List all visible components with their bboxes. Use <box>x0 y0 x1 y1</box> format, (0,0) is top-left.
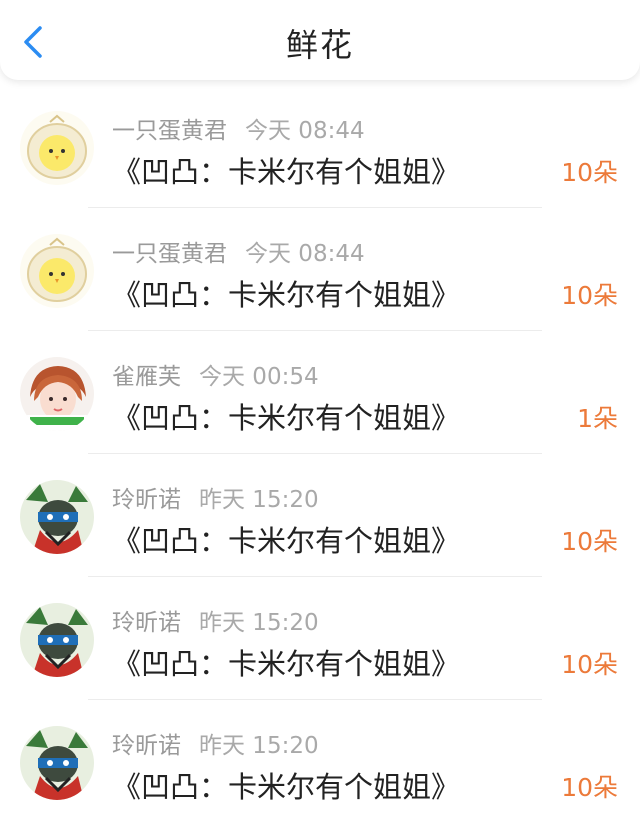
book-title[interactable]: 《凹凸：卡米尔有个姐姐》 <box>112 641 460 683</box>
sender-name[interactable]: 玲昕诺 <box>112 733 181 759</box>
send-time: 昨天 15:20 <box>199 733 319 759</box>
sender-name[interactable]: 一只蛋黄君 <box>112 118 227 144</box>
sender-name[interactable]: 玲昕诺 <box>112 487 181 513</box>
send-time: 今天 08:44 <box>245 241 365 267</box>
sender-info: 玲昕诺 昨天 15:20 <box>112 480 319 514</box>
list-item[interactable]: 一只蛋黄君 今天 08:44 《凹凸：卡米尔有个姐姐》 10朵 <box>0 208 640 331</box>
avatar[interactable] <box>20 603 94 677</box>
book-title[interactable]: 《凹凸：卡米尔有个姐姐》 <box>112 518 460 560</box>
list-item[interactable]: 一只蛋黄君 今天 08:44 《凹凸：卡米尔有个姐姐》 10朵 <box>0 85 640 208</box>
page-title: 鲜花 <box>285 26 354 64</box>
list-item[interactable]: 玲昕诺 昨天 15:20 《凹凸：卡米尔有个姐姐》 10朵 <box>0 577 640 700</box>
sender-info: 一只蛋黄君 今天 08:44 <box>112 111 365 145</box>
send-time: 昨天 15:20 <box>199 610 319 636</box>
avatar[interactable] <box>20 234 94 308</box>
send-time: 今天 08:44 <box>245 118 365 144</box>
sender-name[interactable]: 玲昕诺 <box>112 610 181 636</box>
flower-count: 10朵 <box>561 650 618 679</box>
sender-info: 玲昕诺 昨天 15:20 <box>112 603 319 637</box>
avatar[interactable] <box>20 111 94 185</box>
book-title[interactable]: 《凹凸：卡米尔有个姐姐》 <box>112 764 460 806</box>
flower-count: 10朵 <box>561 773 618 802</box>
flower-count: 10朵 <box>561 527 618 556</box>
book-title[interactable]: 《凹凸：卡米尔有个姐姐》 <box>112 149 460 191</box>
flower-count: 1朵 <box>577 404 618 433</box>
anime-character-icon <box>20 726 94 800</box>
avatar[interactable] <box>20 357 94 431</box>
flower-count: 10朵 <box>561 158 618 187</box>
girl-icon <box>20 357 94 431</box>
sender-info: 雀雁芙 今天 00:54 <box>112 357 319 391</box>
anime-character-icon <box>20 480 94 554</box>
book-title[interactable]: 《凹凸：卡米尔有个姐姐》 <box>112 395 460 437</box>
avatar[interactable] <box>20 480 94 554</box>
list-item[interactable]: 雀雁芙 今天 00:54 《凹凸：卡米尔有个姐姐》 1朵 <box>0 331 640 454</box>
avatar[interactable] <box>20 726 94 800</box>
send-time: 昨天 15:20 <box>199 487 319 513</box>
sender-name[interactable]: 一只蛋黄君 <box>112 241 227 267</box>
chick-icon <box>20 234 94 308</box>
chick-icon <box>20 111 94 185</box>
list-item[interactable]: 玲昕诺 昨天 15:20 《凹凸：卡米尔有个姐姐》 10朵 <box>0 454 640 577</box>
sender-info: 一只蛋黄君 今天 08:44 <box>112 234 365 268</box>
anime-character-icon <box>20 603 94 677</box>
send-time: 今天 00:54 <box>199 364 319 390</box>
list-item[interactable]: 玲昕诺 昨天 15:20 《凹凸：卡米尔有个姐姐》 10朵 <box>0 700 640 823</box>
sender-name[interactable]: 雀雁芙 <box>112 364 181 390</box>
flower-list: 一只蛋黄君 今天 08:44 《凹凸：卡米尔有个姐姐》 10朵 一只蛋黄君 今天 0… <box>0 85 640 823</box>
flower-count: 10朵 <box>561 281 618 310</box>
sender-info: 玲昕诺 昨天 15:20 <box>112 726 319 760</box>
book-title[interactable]: 《凹凸：卡米尔有个姐姐》 <box>112 272 460 314</box>
top-bar: 鲜花 <box>0 0 640 80</box>
